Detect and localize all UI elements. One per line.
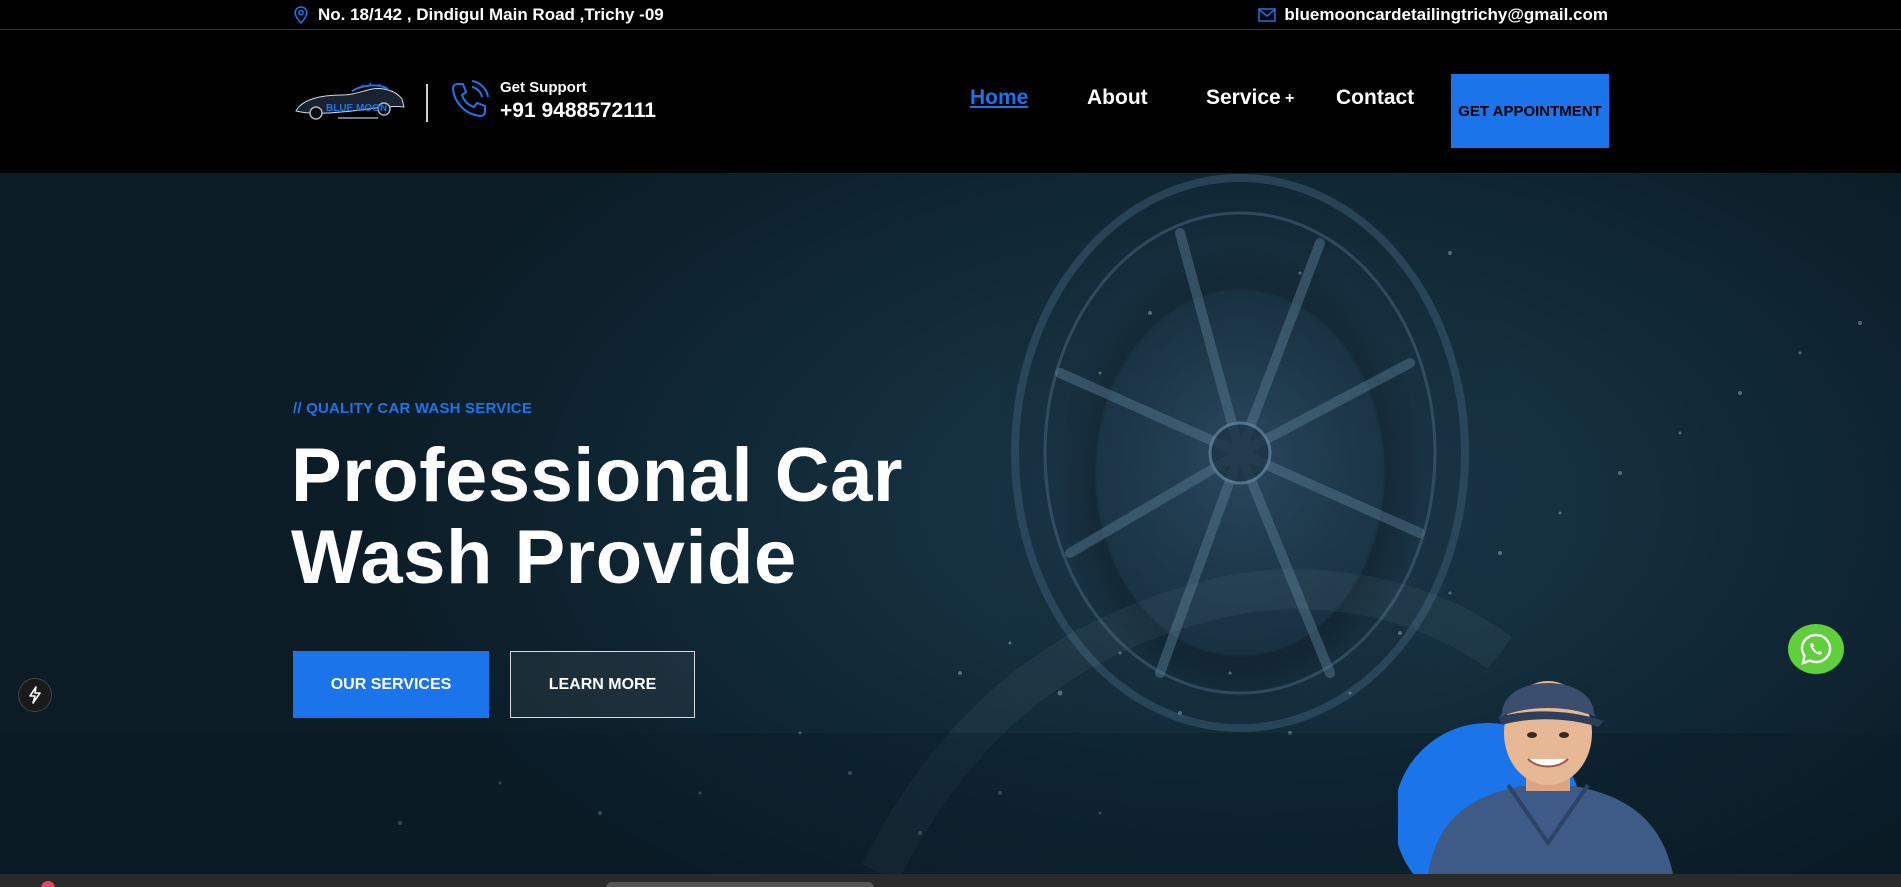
bottom-overlay-strip bbox=[0, 874, 1901, 887]
hero-section: // QUALITY CAR WASH SERVICE Professional… bbox=[0, 173, 1901, 874]
floating-widget-button[interactable] bbox=[18, 678, 52, 712]
whatsapp-chat-button[interactable] bbox=[1788, 624, 1844, 674]
map-pin-icon bbox=[294, 6, 308, 24]
hero-kicker: // QUALITY CAR WASH SERVICE bbox=[293, 400, 533, 417]
support-label: Get Support bbox=[500, 79, 587, 96]
learn-more-button[interactable]: LEARN MORE bbox=[510, 651, 695, 718]
phone-ringing-icon bbox=[448, 79, 490, 121]
notification-dot bbox=[41, 881, 55, 887]
bottom-pill-handle bbox=[606, 882, 874, 887]
nav-contact[interactable]: Contact bbox=[1336, 86, 1414, 110]
site-header: BLUE MOON Get Support +91 9488572111 Hom… bbox=[0, 31, 1901, 173]
support-contact[interactable]: Get Support +91 9488572111 bbox=[500, 79, 656, 123]
envelope-icon bbox=[1258, 8, 1277, 22]
service-expand-icon[interactable]: + bbox=[1285, 90, 1294, 108]
hero-title-line-2: Wash Provide bbox=[291, 515, 797, 600]
hero-title-line-1: Professional Car bbox=[291, 433, 903, 518]
top-info-bar: No. 18/142 , Dindigul Main Road ,Trichy … bbox=[0, 0, 1901, 30]
address-info: No. 18/142 , Dindigul Main Road ,Trichy … bbox=[294, 5, 664, 25]
whatsapp-icon bbox=[1799, 632, 1833, 666]
address-text: No. 18/142 , Dindigul Main Road ,Trichy … bbox=[318, 5, 664, 24]
get-appointment-button[interactable]: GET APPOINTMENT bbox=[1451, 74, 1609, 148]
nav-service[interactable]: Service bbox=[1206, 86, 1281, 110]
nav-home[interactable]: Home bbox=[970, 86, 1028, 110]
brand-logo[interactable]: BLUE MOON bbox=[292, 81, 408, 125]
our-services-button[interactable]: OUR SERVICES bbox=[293, 651, 489, 718]
mechanic-photo bbox=[1398, 681, 1673, 874]
header-divider bbox=[426, 84, 428, 122]
email-info[interactable]: bluemooncardetailingtrichy@gmail.com bbox=[1258, 5, 1608, 25]
lightning-bolt-icon bbox=[27, 686, 43, 704]
email-link[interactable]: bluemooncardetailingtrichy@gmail.com bbox=[1284, 5, 1608, 25]
support-phone[interactable]: +91 9488572111 bbox=[500, 99, 656, 123]
logo-text: BLUE MOON bbox=[326, 103, 387, 114]
hero-title: Professional Car Wash Provide bbox=[291, 435, 903, 599]
nav-about[interactable]: About bbox=[1087, 86, 1148, 110]
